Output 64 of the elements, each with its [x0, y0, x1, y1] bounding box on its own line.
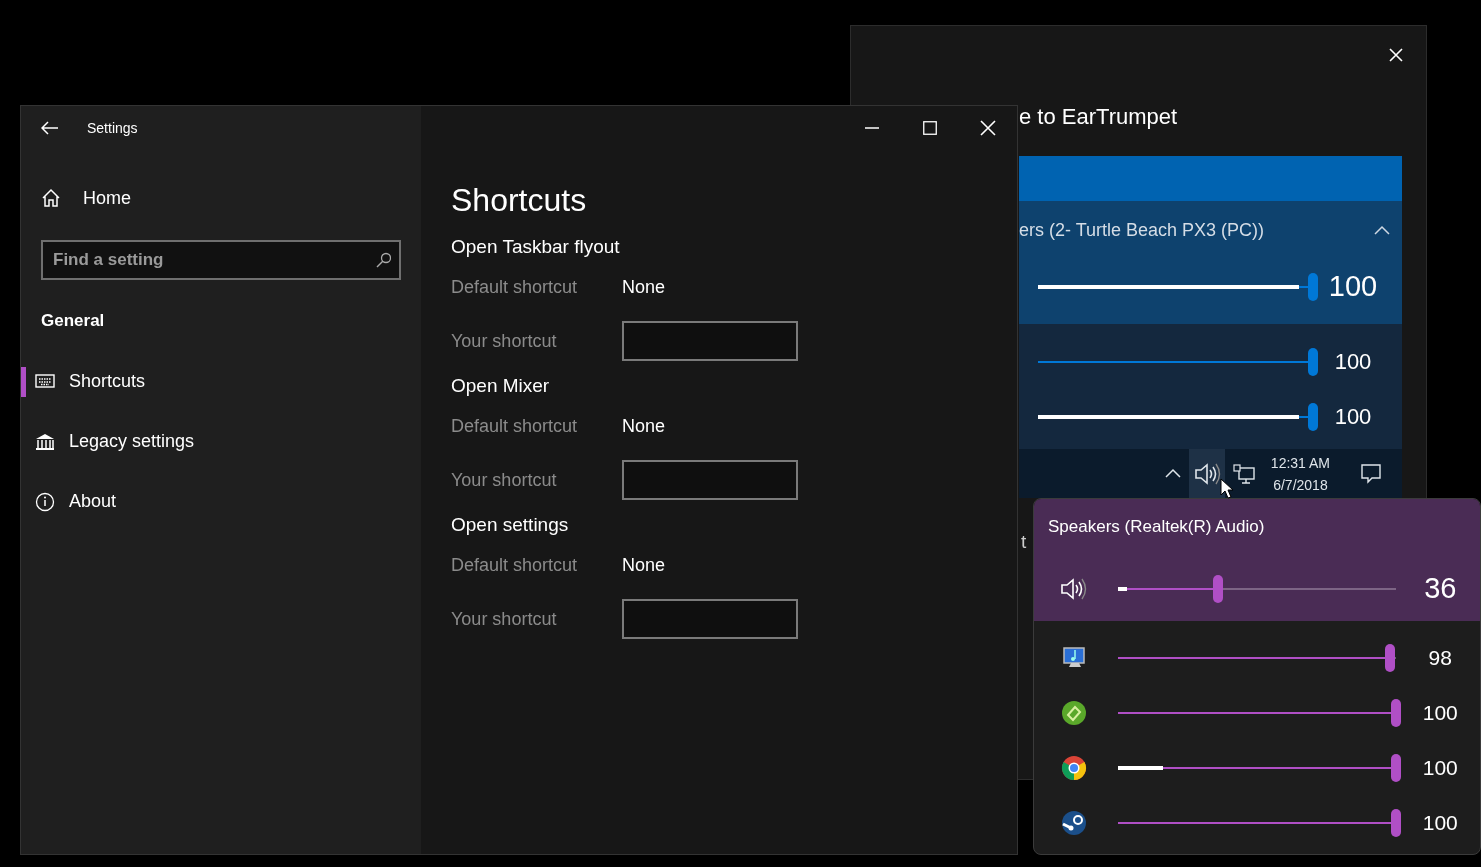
- close-icon: [1388, 47, 1404, 63]
- field-label: Your shortcut: [451, 607, 558, 631]
- field-value: None: [622, 275, 666, 299]
- network-icon[interactable]: [1232, 463, 1255, 484]
- minimize-icon: [865, 127, 879, 129]
- back-arrow-icon: [41, 121, 59, 135]
- volume-value: 100: [1333, 348, 1373, 376]
- slider-thumb[interactable]: [1308, 402, 1318, 431]
- shortcut-field[interactable]: [622, 321, 798, 361]
- nav-item[interactable]: Legacy settings: [21, 411, 421, 472]
- notification-icon[interactable]: [1360, 463, 1382, 484]
- section-title: Open settings: [451, 513, 570, 537]
- cursor-icon: [1220, 478, 1234, 499]
- field-label: Your shortcut: [451, 329, 558, 353]
- maximize-icon: [923, 121, 937, 135]
- slider-thumb[interactable]: [1213, 574, 1224, 603]
- slider-thumb[interactable]: [1390, 698, 1401, 727]
- field-label: Default shortcut: [451, 414, 579, 438]
- field-label: Default shortcut: [451, 275, 579, 299]
- back-button[interactable]: [41, 121, 59, 135]
- clock[interactable]: 12:31 AM 6/7/2018: [1262, 451, 1338, 496]
- volume-value: 36: [1423, 570, 1458, 606]
- device-name: Speakers (Realtek(R) Audio): [1047, 516, 1266, 538]
- chevron-icon[interactable]: [1374, 224, 1390, 236]
- volume-value: 100: [1421, 699, 1459, 726]
- slider-thumb[interactable]: [1390, 753, 1401, 782]
- page-title: Shortcuts: [451, 181, 588, 220]
- info-icon: [35, 491, 55, 512]
- slider-thumb[interactable]: [1385, 643, 1395, 672]
- field-label: Default shortcut: [451, 553, 579, 577]
- home-icon[interactable]: [41, 188, 61, 208]
- volume-value: 100: [1421, 754, 1459, 781]
- shortcut-field[interactable]: [622, 460, 798, 500]
- close-icon: [980, 120, 996, 136]
- nav-item[interactable]: About: [21, 471, 421, 532]
- partial-text: t: [1021, 530, 1028, 554]
- browser-icon: [1060, 754, 1087, 781]
- section-heading: General: [41, 310, 106, 332]
- device-name: ers (2- Turtle Beach PX3 (PC)): [1019, 218, 1265, 242]
- nav-link[interactable]: Home: [83, 184, 131, 212]
- slider-thumb[interactable]: [1308, 272, 1318, 301]
- window-title: Settings: [87, 118, 138, 138]
- field-value: None: [622, 414, 666, 438]
- volume-value: 100: [1327, 268, 1379, 304]
- slider-thumb[interactable]: [1390, 808, 1401, 837]
- volume-value: 100: [1421, 809, 1459, 836]
- field-label: Your shortcut: [451, 468, 558, 492]
- field-value: None: [622, 553, 666, 577]
- building-icon: [35, 431, 55, 452]
- volume-value: 100: [1333, 403, 1373, 431]
- volume-value: 98: [1427, 644, 1453, 671]
- app-icon: [1060, 809, 1087, 836]
- search-field[interactable]: Find a setting: [41, 240, 401, 280]
- leaf-icon: [1060, 699, 1087, 726]
- nav-item[interactable]: Shortcuts: [21, 351, 421, 412]
- section-title: Open Mixer: [451, 374, 551, 398]
- clock-date: 6/7/2018: [1272, 475, 1329, 495]
- chevron-icon[interactable]: [1164, 468, 1181, 479]
- section-title: Open Taskbar flyout: [451, 235, 621, 259]
- clock-time: 12:31 AM: [1270, 453, 1330, 473]
- window-title: e to EarTrumpet: [1019, 103, 1179, 131]
- search-icon[interactable]: [375, 252, 391, 268]
- shortcut-field[interactable]: [622, 599, 798, 639]
- slider-thumb[interactable]: [1308, 347, 1318, 376]
